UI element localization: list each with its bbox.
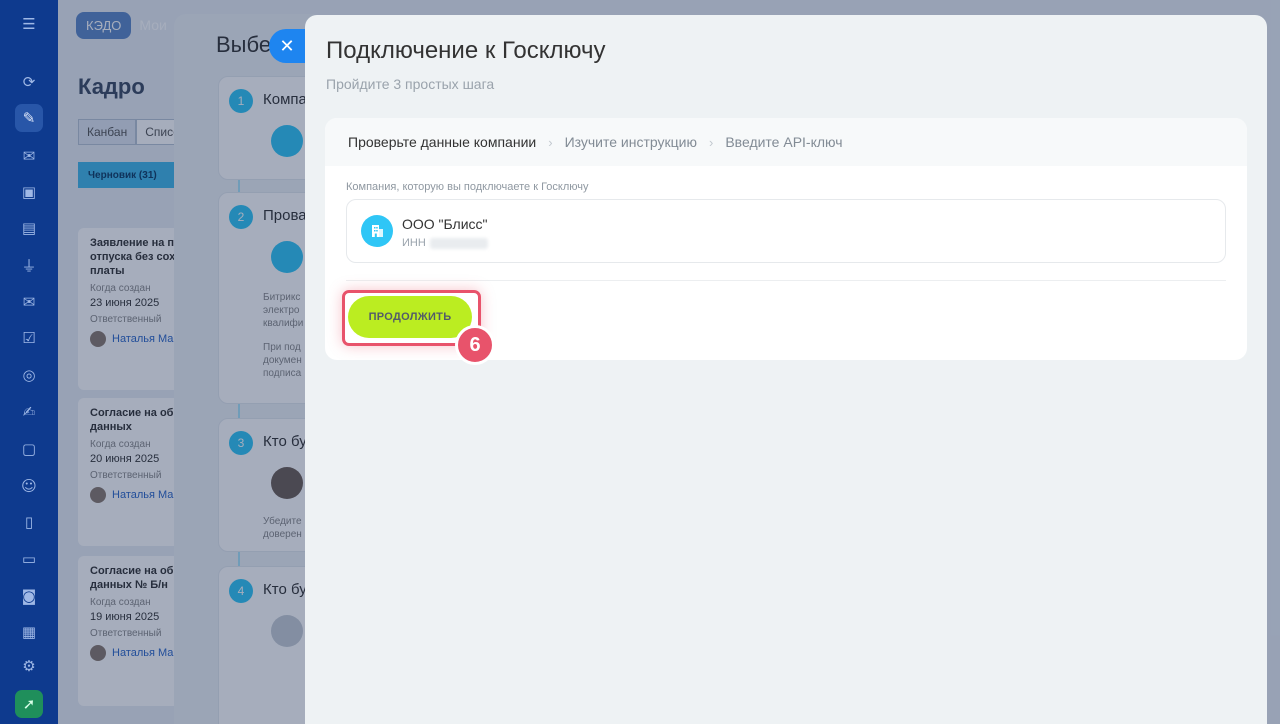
mail-icon[interactable]: ✉ — [15, 288, 43, 316]
breadcrumb: Проверьте данные компании › Изучите инст… — [325, 118, 1247, 166]
feed-icon[interactable]: ⟳ — [15, 68, 43, 96]
robot-icon[interactable]: ◙ — [15, 582, 43, 610]
menu-icon[interactable]: ☰ — [15, 10, 43, 38]
rocket-icon[interactable]: ➚ — [15, 690, 43, 718]
sites-icon[interactable]: ▢ — [15, 435, 43, 463]
doc-icon[interactable]: ▯ — [15, 508, 43, 536]
breadcrumb-step-check: Проверьте данные компании — [348, 134, 537, 150]
continue-button[interactable]: ПРОДОЛЖИТЬ — [348, 296, 472, 338]
step-badge: 6 — [455, 325, 495, 365]
chat-icon[interactable]: ✉ — [15, 142, 43, 170]
sign-icon[interactable]: ✍ — [15, 398, 43, 426]
wizard-panel: Проверьте данные компании › Изучите инст… — [325, 118, 1247, 360]
page-title: Подключение к Госключу — [326, 37, 606, 64]
close-icon[interactable]: ✕ — [269, 29, 305, 63]
company-label: Компания, которую вы подключаете к Госкл… — [346, 181, 589, 193]
breadcrumb-step-api-key: Введите API-ключ — [725, 134, 843, 150]
divider — [346, 280, 1226, 281]
tasks-icon[interactable]: ☑ — [15, 324, 43, 352]
chevron-right-icon: › — [548, 134, 553, 150]
card-icon[interactable]: ▭ — [15, 545, 43, 573]
gosklyuch-slider: Подключение к Госключу Пройдите 3 просты… — [305, 15, 1267, 724]
filter-icon[interactable]: ⏚ — [15, 251, 43, 279]
building-icon — [361, 215, 393, 247]
users-icon[interactable]: ☺ — [15, 472, 43, 500]
company-card: ООО "Блисс" ИНН — [346, 199, 1226, 263]
inn-value-blurred — [429, 237, 488, 249]
breadcrumb-step-instruction: Изучите инструкцию — [564, 134, 697, 150]
planner-icon[interactable]: ▦ — [15, 618, 43, 646]
inn-label: ИНН — [402, 237, 426, 249]
calendar-icon[interactable]: ▣ — [15, 178, 43, 206]
page-subtitle: Пройдите 3 простых шага — [326, 76, 495, 92]
goals-icon[interactable]: ◎ — [15, 361, 43, 389]
company-name: ООО "Блисс" — [402, 216, 488, 232]
chevron-right-icon: › — [709, 134, 714, 150]
disk-icon[interactable]: ▤ — [15, 214, 43, 242]
app-rail: ☰ ⟳ ✎ ✉ ▣ ▤ ⏚ ✉ ☑ ◎ ✍ ▢ ☺ ▯ ▭ ◙ ▦ ⚙ ➚ — [0, 0, 58, 724]
company-inn: ИНН — [402, 237, 488, 249]
documents-icon[interactable]: ✎ — [15, 104, 43, 132]
settings-icon[interactable]: ⚙ — [15, 652, 43, 680]
